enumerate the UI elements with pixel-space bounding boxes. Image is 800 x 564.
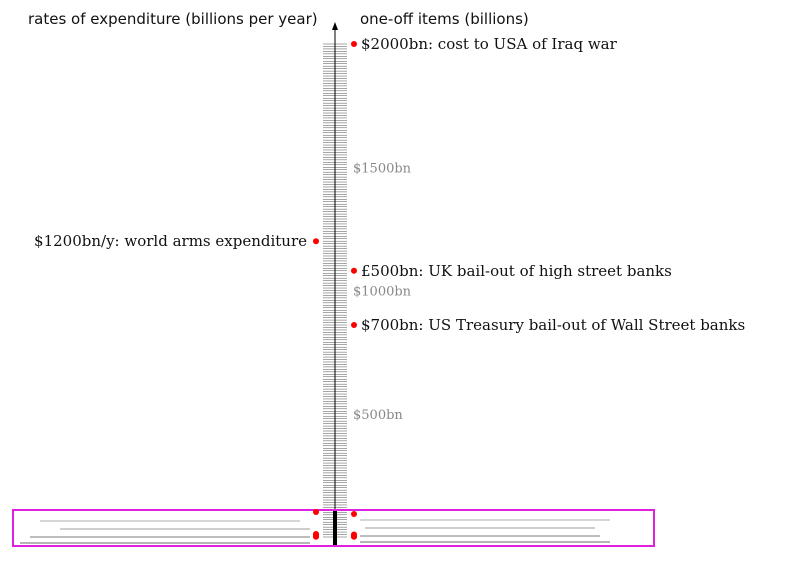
small-item-text-smudge: [360, 541, 610, 543]
small-values-axis-bar: [333, 511, 337, 545]
small-item-text-smudge: [360, 519, 610, 521]
right-item-dot: [351, 267, 357, 274]
right-item-label: £500bn: UK bail-out of high street banks: [361, 262, 672, 280]
expenditure-scale-chart: $500bn $1000bn $1500bn $1200bn/y: world arm…: [12, 22, 745, 547]
chart-stage: rates of expenditure (billions per year)…: [0, 0, 800, 564]
right-item-label: $2000bn: cost to USA of Iraq war: [361, 35, 618, 53]
small-item-text-smudge: [30, 536, 310, 538]
small-left-item-dot: [313, 533, 319, 540]
left-item-label: $1200bn/y: world arms expenditure: [34, 232, 307, 250]
scale-tick-label: $1000bn: [353, 285, 412, 300]
left-item-dot: [313, 238, 319, 245]
small-item-text-smudge: [20, 542, 310, 544]
right-item-dot: [351, 322, 357, 329]
right-item-label: $700bn: US Treasury bail-out of Wall Str…: [361, 316, 745, 334]
small-item-text-smudge: [365, 527, 595, 529]
scale-tick-label: $500bn: [353, 408, 403, 423]
small-item-text-smudge: [60, 528, 310, 530]
small-right-item-dot: [351, 511, 357, 517]
small-item-text-smudge: [40, 520, 300, 522]
y-axis-arrow: [332, 22, 338, 30]
small-left-item-dot: [313, 509, 319, 515]
small-item-text-smudge: [360, 535, 600, 537]
scale-tick-label: $1500bn: [353, 161, 412, 176]
small-right-item-dot: [351, 533, 357, 540]
right-item-dot: [351, 41, 357, 47]
